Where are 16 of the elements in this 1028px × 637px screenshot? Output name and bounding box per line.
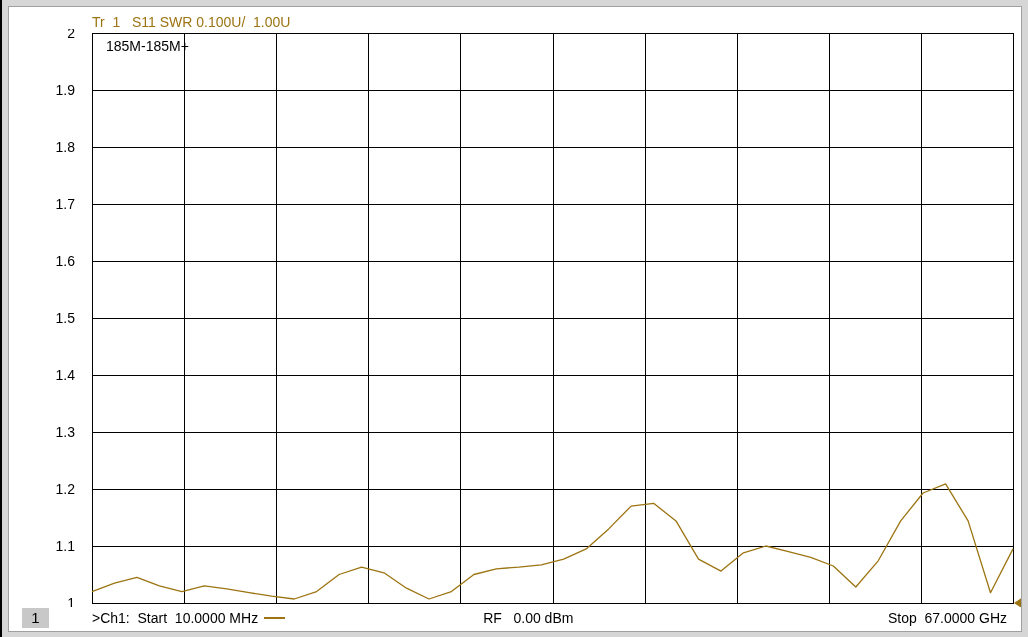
- rf-power-label: RF 0.00 dBm: [483, 608, 574, 628]
- sweep-start-label: >Ch1: Start 10.0000 MHz: [92, 608, 259, 628]
- channel-badge: 1: [22, 608, 49, 628]
- y-tick-label: 1.2: [55, 481, 75, 497]
- y-tick-label: 1.6: [55, 253, 75, 269]
- y-tick-label: 1.4: [55, 367, 75, 383]
- trace-header: Tr 1 S11 SWR 0.100U/ 1.00U: [92, 15, 291, 29]
- y-tick-label: 1.3: [55, 424, 75, 440]
- y-tick-label: 2: [67, 29, 75, 41]
- sweep-stop-label: Stop 67.0000 GHz: [887, 608, 1007, 628]
- y-tick-label: 1.9: [55, 82, 75, 98]
- y-tick-label: 1.8: [55, 139, 75, 155]
- y-tick-label: 1.1: [55, 538, 75, 554]
- y-tick-label: 1.5: [55, 310, 75, 326]
- y-tick-label: 1.7: [55, 196, 75, 212]
- reference-marker-icon: [1014, 597, 1021, 607]
